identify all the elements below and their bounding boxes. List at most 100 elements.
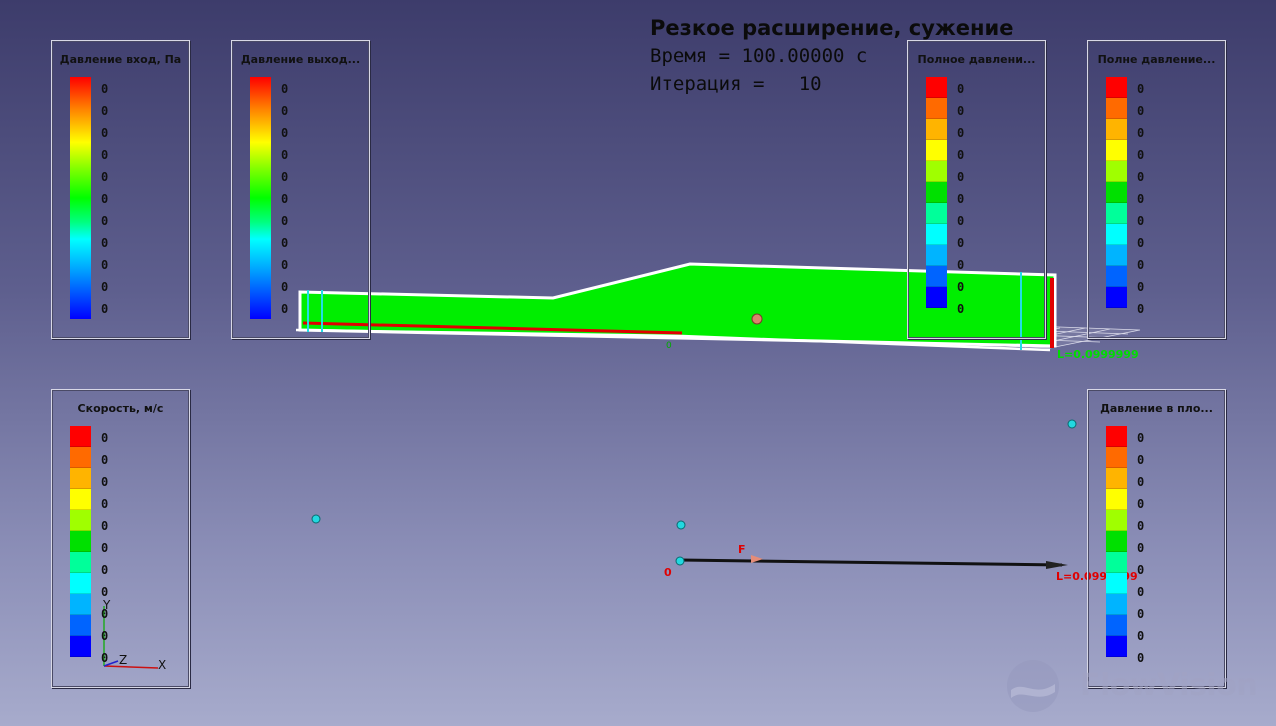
legend-inlet-pressure[interactable]: Давление вход, Па 0 0 0 0 0 0 0 0 0 0 0 <box>51 40 190 339</box>
legend-value: 0 <box>957 170 965 184</box>
color-scale-bar <box>70 77 91 319</box>
legend-value: 0 <box>957 302 965 316</box>
control-point[interactable] <box>675 556 685 566</box>
legend-value: 0 <box>1137 192 1145 206</box>
color-segment <box>1106 594 1127 615</box>
legend-value: 0 <box>281 236 289 250</box>
legend-value: 0 <box>101 126 109 140</box>
legend-value: 0 <box>1137 214 1145 228</box>
color-segment <box>1106 573 1127 594</box>
color-scale-bar <box>1106 426 1127 657</box>
control-points[interactable] <box>311 419 1077 566</box>
color-segment <box>1106 552 1127 573</box>
legend-value: 0 <box>1137 629 1145 643</box>
legend-value: 0 <box>957 192 965 206</box>
color-segment <box>926 77 947 98</box>
legend-value: 0 <box>1137 519 1145 533</box>
color-segment <box>70 552 91 573</box>
legend-value: 0 <box>281 214 289 228</box>
color-scale-bar <box>1106 77 1127 308</box>
legend-value: 0 <box>957 280 965 294</box>
legend-title: Полное давлени... <box>917 53 1036 66</box>
legend-value: 0 <box>101 431 109 445</box>
legend-value: 0 <box>101 475 109 489</box>
control-point[interactable] <box>1067 419 1077 429</box>
color-segment <box>1106 245 1127 266</box>
control-point[interactable] <box>676 520 686 530</box>
color-segment <box>70 468 91 489</box>
legend-value: 0 <box>101 82 109 96</box>
legend-value: 0 <box>101 302 109 316</box>
legend-values: 0 0 0 0 0 0 0 0 0 0 0 <box>1137 78 1144 320</box>
color-scale-bar <box>926 77 947 308</box>
legend-value: 0 <box>281 82 289 96</box>
legend-value: 0 <box>281 280 289 294</box>
legend-outlet-pressure[interactable]: Давление выход... 0 0 0 0 0 0 0 0 0 0 0 <box>231 40 370 339</box>
measurement-line[interactable]: F 0 L=0.0999999 <box>664 543 1138 583</box>
legend-value: 0 <box>101 585 109 599</box>
color-segment <box>70 426 91 447</box>
legend-value: 0 <box>101 214 109 228</box>
color-scale-bar <box>250 77 271 319</box>
legend-title: Полне давление... <box>1097 53 1216 66</box>
color-segment <box>1106 98 1127 119</box>
legend-velocity[interactable]: Скорость, м/с 0 0 0 0 0 0 0 0 0 0 0 <box>51 389 190 688</box>
legend-value: 0 <box>1137 302 1145 316</box>
legend-value: 0 <box>957 236 965 250</box>
legend-value: 0 <box>957 148 965 162</box>
legend-value: 0 <box>101 497 109 511</box>
watermark-text: FlowVision <box>1080 668 1258 703</box>
legend-total-pressure-2[interactable]: Полне давление... 0 0 0 0 0 0 0 0 0 0 0 <box>1087 40 1226 339</box>
color-segment <box>1106 426 1127 447</box>
legend-value: 0 <box>101 629 109 643</box>
legend-values: 0 0 0 0 0 0 0 0 0 0 0 <box>101 427 108 669</box>
origin-label: 0 <box>664 566 672 579</box>
color-scale-bar <box>70 426 91 657</box>
legend-values: 0 0 0 0 0 0 0 0 0 0 0 <box>281 78 288 320</box>
color-segment <box>70 510 91 531</box>
legend-value: 0 <box>1137 148 1145 162</box>
legend-value: 0 <box>101 541 109 555</box>
legend-value: 0 <box>281 170 289 184</box>
color-segment <box>70 594 91 615</box>
flowvision-logo-icon <box>1007 660 1059 712</box>
legend-value: 0 <box>101 258 109 272</box>
force-label: F <box>738 543 746 556</box>
legend-values: 0 0 0 0 0 0 0 0 0 0 0 <box>101 78 108 320</box>
legend-value: 0 <box>101 453 109 467</box>
legend-value: 0 <box>281 126 289 140</box>
color-segment <box>1106 287 1127 308</box>
legend-title: Давление в пло... <box>1100 402 1213 415</box>
legend-title: Давление вход, Па <box>59 53 182 66</box>
legend-value: 0 <box>101 148 109 162</box>
legend-values: 0 0 0 0 0 0 0 0 0 0 0 <box>957 78 964 320</box>
legend-value: 0 <box>1137 431 1145 445</box>
color-segment <box>926 161 947 182</box>
legend-value: 0 <box>957 214 965 228</box>
color-segment <box>1106 119 1127 140</box>
control-point[interactable] <box>311 514 321 524</box>
color-segment <box>926 98 947 119</box>
legend-value: 0 <box>101 607 109 621</box>
legend-value: 0 <box>281 258 289 272</box>
legend-value: 0 <box>1137 104 1145 118</box>
legend-plane-pressure[interactable]: Давление в пло... 0 0 0 0 0 0 0 0 0 0 0 <box>1087 389 1226 688</box>
color-segment <box>1106 531 1127 552</box>
legend-value: 0 <box>101 651 109 665</box>
legend-value: 0 <box>1137 236 1145 250</box>
color-segment <box>926 140 947 161</box>
legend-total-pressure-1[interactable]: Полное давлени... 0 0 0 0 0 0 0 0 0 0 0 <box>907 40 1046 339</box>
legend-value: 0 <box>1137 82 1145 96</box>
legend-value: 0 <box>1137 563 1145 577</box>
color-segment <box>926 224 947 245</box>
3d-viewport[interactable]: 0 L=0.0999999 F 0 L=0.0999999 Y Z X <box>0 0 1276 726</box>
color-segment <box>1106 77 1127 98</box>
color-segment <box>1106 615 1127 636</box>
legend-value: 0 <box>1137 258 1145 272</box>
color-segment <box>1106 510 1127 531</box>
probe-point[interactable] <box>751 313 763 325</box>
legend-value: 0 <box>1137 280 1145 294</box>
color-segment <box>926 245 947 266</box>
legend-value: 0 <box>957 258 965 272</box>
color-segment <box>926 203 947 224</box>
